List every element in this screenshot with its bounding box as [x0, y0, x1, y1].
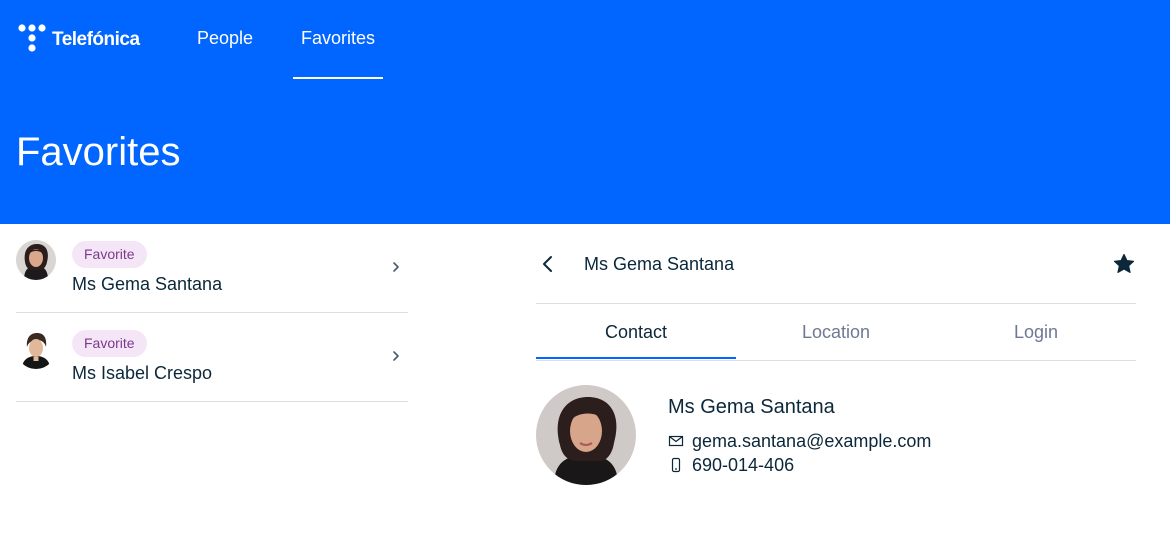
contact-avatar [536, 385, 636, 485]
detail-title: Ms Gema Santana [584, 254, 735, 274]
telefonica-logo[interactable]: Telefónica [18, 24, 140, 54]
avatar [16, 240, 56, 280]
app-header: Telefónica People Favorites Favorites [0, 0, 1170, 224]
favorites-list: Favorite Ms Gema Santana Favorite Ms Isa… [16, 224, 408, 402]
contact-name: Ms Gema Santana [668, 396, 835, 418]
list-item[interactable]: Favorite Ms Gema Santana [16, 224, 408, 313]
logo-text: Telefónica [52, 29, 140, 50]
contact-phone[interactable]: 690-014-406 [692, 455, 794, 476]
list-item-name: Ms Isabel Crespo [72, 363, 213, 383]
list-item-name: Ms Gema Santana [72, 274, 223, 294]
tab-login[interactable]: Login [936, 304, 1136, 360]
nav-active-indicator [293, 77, 383, 79]
chevron-right-icon [393, 262, 399, 272]
telefonica-logo-icon [18, 24, 46, 52]
contact-email[interactable]: gema.santana@example.com [692, 431, 931, 452]
nav-item-favorites[interactable]: Favorites [293, 0, 383, 78]
contact-phone-row: 690-014-406 [668, 454, 794, 476]
star-filled-icon[interactable] [1112, 252, 1136, 276]
list-item[interactable]: Favorite Ms Isabel Crespo [16, 313, 408, 402]
nav-item-people[interactable]: People [189, 0, 261, 78]
tab-contact[interactable]: Contact [536, 304, 736, 360]
favorite-badge: Favorite [72, 330, 147, 357]
tab-location[interactable]: Location [736, 304, 936, 360]
mail-icon [668, 435, 684, 447]
mobile-phone-icon [671, 457, 681, 473]
chevron-left-icon[interactable] [536, 252, 560, 276]
divider [536, 360, 1136, 361]
tab-active-indicator [536, 357, 736, 359]
contact-email-row: gema.santana@example.com [668, 430, 931, 452]
favorite-badge: Favorite [72, 241, 147, 268]
avatar [16, 329, 56, 369]
page-title: Favorites [16, 130, 181, 174]
chevron-right-icon [393, 351, 399, 361]
